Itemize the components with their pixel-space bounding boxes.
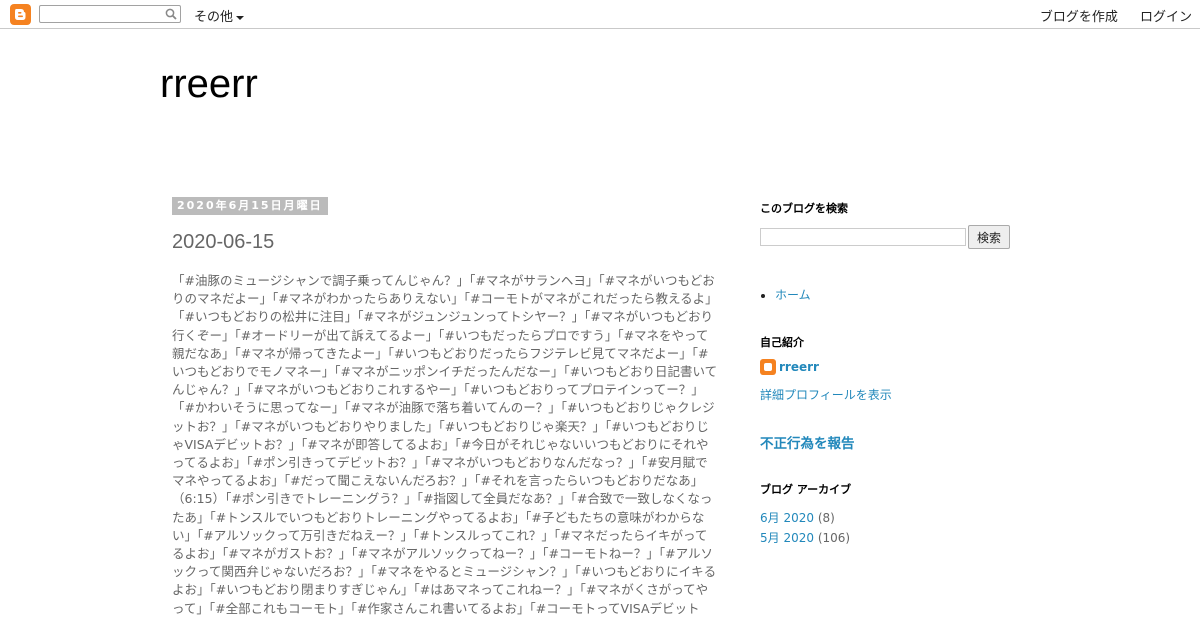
search-widget-title: このブログを検索 — [760, 202, 848, 215]
navbar-search — [39, 5, 181, 26]
post-body: 「#油豚のミュージシャンで調子乗ってんじゃん？」「#マネがサランヘヨ」「#マネが… — [172, 273, 718, 616]
home-link[interactable]: ホーム — [775, 288, 811, 302]
navbar-right: ブログを作成 ログイン — [1022, 6, 1192, 25]
blogger-profile-icon — [760, 359, 776, 375]
blog-search-button[interactable]: 検索 — [968, 225, 1010, 249]
profile-row: rreerr — [760, 359, 819, 375]
profile-name-link[interactable]: rreerr — [779, 360, 819, 374]
login-link[interactable]: ログイン — [1140, 10, 1192, 25]
report-abuse-link[interactable]: 不正行為を報告 — [760, 432, 855, 452]
post-title[interactable]: 2020-06-15 — [172, 231, 274, 254]
navbar-search-input[interactable] — [40, 9, 166, 26]
archive-link-may-2020[interactable]: 5月 2020 — [760, 531, 814, 545]
pages-list: ホーム — [760, 286, 811, 303]
archive-count: (106) — [817, 531, 851, 545]
navbar: その他 ブログを作成 ログイン — [0, 0, 1200, 29]
view-profile-link[interactable]: 詳細プロフィールを表示 — [760, 386, 892, 403]
more-menu-label: その他 — [194, 10, 234, 25]
page-item-home: ホーム — [775, 286, 811, 303]
archive-item: 5月 2020 (106) — [760, 529, 850, 546]
archive-widget-title: ブログ アーカイブ — [760, 483, 852, 496]
post-date-header: 2020年6月15日月曜日 — [172, 197, 328, 215]
create-blog-link[interactable]: ブログを作成 — [1040, 10, 1118, 25]
search-icon[interactable] — [165, 8, 177, 20]
archive-link-june-2020[interactable]: 6月 2020 — [760, 511, 814, 525]
caret-down-icon — [236, 15, 245, 20]
blog-search-input[interactable] — [760, 228, 966, 246]
more-menu[interactable]: その他 — [194, 6, 245, 25]
profile-widget-title: 自己紹介 — [760, 336, 804, 349]
archive-count: (8) — [817, 511, 835, 525]
blogger-logo-icon[interactable] — [10, 4, 31, 25]
archive-item: 6月 2020 (8) — [760, 509, 835, 526]
blog-title[interactable]: rreerr — [160, 62, 258, 107]
